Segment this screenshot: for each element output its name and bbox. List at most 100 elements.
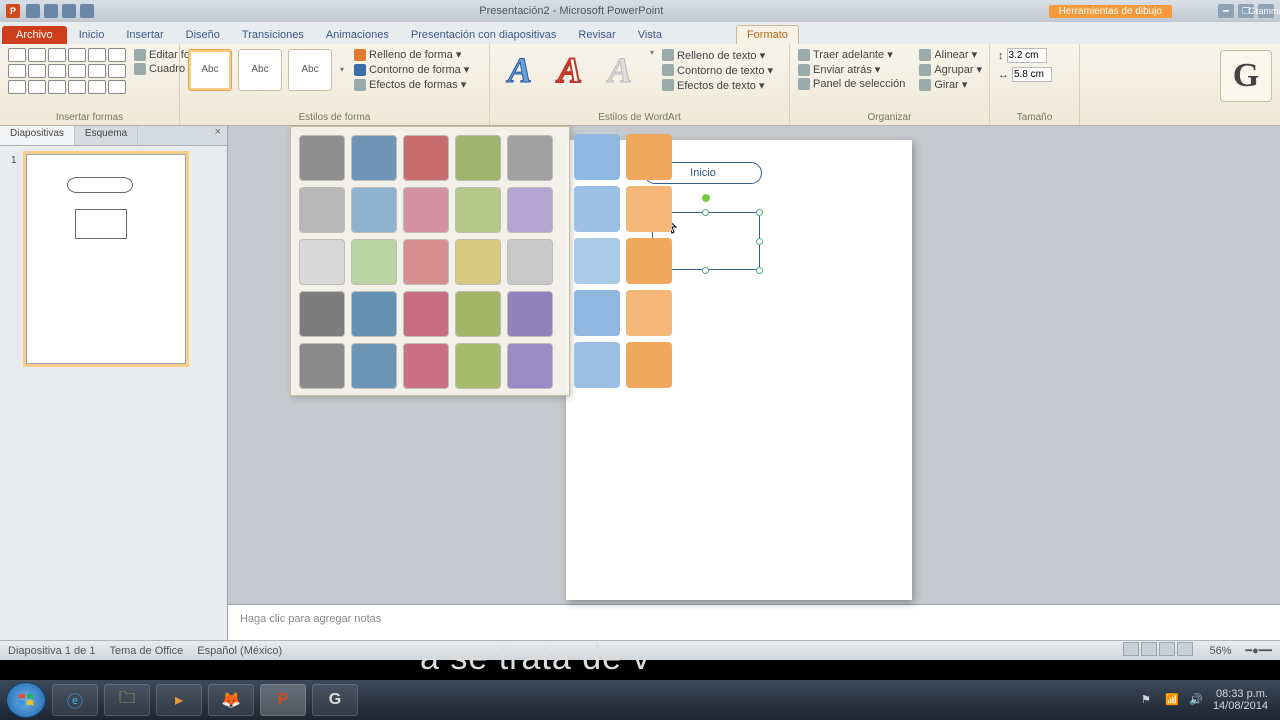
style-swatch[interactable] xyxy=(574,238,620,284)
rotate-button[interactable]: Girar ▾ xyxy=(919,78,982,91)
resize-handle[interactable] xyxy=(756,209,763,216)
shape-outline-button[interactable]: Contorno de forma ▾ xyxy=(354,63,469,76)
tray-flag-icon[interactable]: ⚑ xyxy=(1141,693,1155,707)
addon-badge[interactable]: Gramma xyxy=(1258,4,1274,18)
tab-insertar[interactable]: Insertar xyxy=(116,26,173,44)
style-swatch[interactable] xyxy=(626,186,672,232)
start-button[interactable] xyxy=(6,682,46,718)
taskbar-media-icon[interactable]: ▸ xyxy=(156,684,202,716)
style-swatch[interactable] xyxy=(299,291,345,337)
system-tray[interactable]: ⚑ 📶 🔊 08:33 p.m.14/08/2014 xyxy=(1141,688,1274,712)
style-swatch[interactable] xyxy=(507,239,553,285)
quick-access-toolbar[interactable] xyxy=(26,4,94,18)
shape-styles-gallery[interactable]: Abc Abc Abc ▾ xyxy=(188,49,344,91)
tab-animaciones[interactable]: Animaciones xyxy=(316,26,399,44)
minimize-button[interactable]: ━ xyxy=(1218,4,1234,18)
gallery-more-icon[interactable]: ▾ xyxy=(340,65,344,74)
bring-forward-button[interactable]: Traer adelante ▾ xyxy=(798,48,905,61)
view-buttons[interactable] xyxy=(1123,642,1195,659)
shapes-gallery[interactable] xyxy=(8,48,126,94)
style-swatch[interactable] xyxy=(507,135,553,181)
style-swatch[interactable] xyxy=(403,187,449,233)
tray-volume-icon[interactable]: 🔊 xyxy=(1189,693,1203,707)
style-swatch[interactable] xyxy=(507,343,553,389)
text-fill-button[interactable]: Relleno de texto ▾ xyxy=(662,49,773,62)
style-swatch[interactable] xyxy=(299,239,345,285)
style-swatch[interactable] xyxy=(574,134,620,180)
style-swatch[interactable] xyxy=(455,291,501,337)
wordart-gallery[interactable]: A A A ▾ xyxy=(498,48,654,92)
shape-styles-dropdown-gallery[interactable] xyxy=(290,126,570,396)
addon-large-button[interactable]: G xyxy=(1220,50,1272,102)
style-swatch[interactable] xyxy=(455,187,501,233)
style-swatch[interactable] xyxy=(351,239,397,285)
tab-revisar[interactable]: Revisar xyxy=(568,26,625,44)
gallery-extra-column[interactable] xyxy=(574,126,620,388)
style-swatch[interactable] xyxy=(574,290,620,336)
shape-height-input[interactable]: ↕ xyxy=(998,48,1071,63)
tab-diseno[interactable]: Diseño xyxy=(176,26,230,44)
style-swatch[interactable] xyxy=(455,239,501,285)
wordart-more-icon[interactable]: ▾ xyxy=(650,48,654,92)
resize-handle[interactable] xyxy=(756,238,763,245)
shape-width-input[interactable]: ↔ xyxy=(998,67,1071,82)
status-lang[interactable]: Español (México) xyxy=(197,645,282,657)
text-effects-button[interactable]: Efectos de texto ▾ xyxy=(662,79,773,92)
taskbar-ie-icon[interactable]: ⓔ xyxy=(52,684,98,716)
rotation-handle-icon[interactable] xyxy=(702,194,710,202)
style-swatch[interactable] xyxy=(351,187,397,233)
tray-network-icon[interactable]: 📶 xyxy=(1165,693,1179,707)
style-swatch[interactable] xyxy=(574,342,620,388)
tab-vista[interactable]: Vista xyxy=(628,26,672,44)
style-swatch[interactable] xyxy=(351,291,397,337)
contextual-tab-label: Herramientas de dibujo xyxy=(1049,5,1172,18)
slide-thumbnail[interactable]: 1 xyxy=(26,154,186,364)
tab-formato[interactable]: Formato xyxy=(736,25,799,44)
align-button[interactable]: Alinear ▾ xyxy=(919,48,982,61)
style-swatch[interactable] xyxy=(299,187,345,233)
style-swatch[interactable] xyxy=(626,238,672,284)
send-backward-button[interactable]: Enviar atrás ▾ xyxy=(798,63,905,76)
style-swatch[interactable] xyxy=(626,342,672,388)
shape-fill-button[interactable]: Relleno de forma ▾ xyxy=(354,48,469,61)
style-swatch[interactable] xyxy=(299,343,345,389)
group-button[interactable]: Agrupar ▾ xyxy=(919,63,982,76)
gallery-extra-column[interactable] xyxy=(626,126,672,388)
style-swatch[interactable] xyxy=(403,343,449,389)
zoom-slider[interactable]: ━●━━ xyxy=(1245,644,1272,657)
tab-file[interactable]: Archivo xyxy=(2,26,67,44)
taskbar-powerpoint-icon[interactable]: P xyxy=(260,684,306,716)
close-panel-icon[interactable]: × xyxy=(209,126,227,145)
style-swatch[interactable] xyxy=(299,135,345,181)
style-swatch[interactable] xyxy=(455,343,501,389)
shape-effects-button[interactable]: Efectos de formas ▾ xyxy=(354,78,469,91)
style-swatch[interactable] xyxy=(455,135,501,181)
resize-handle[interactable] xyxy=(702,209,709,216)
tab-transiciones[interactable]: Transiciones xyxy=(232,26,314,44)
style-swatch[interactable] xyxy=(351,343,397,389)
text-outline-button[interactable]: Contorno de texto ▾ xyxy=(662,64,773,77)
tab-inicio[interactable]: Inicio xyxy=(69,26,115,44)
resize-handle[interactable] xyxy=(702,267,709,274)
taskbar-explorer-icon[interactable]: 🗀 xyxy=(104,684,150,716)
style-swatch[interactable] xyxy=(403,291,449,337)
sidetab-slides[interactable]: Diapositivas xyxy=(0,126,75,145)
style-swatch[interactable] xyxy=(403,239,449,285)
notes-pane[interactable]: Haga clic para agregar notas xyxy=(228,604,1280,640)
slide-canvas[interactable]: Inicio xyxy=(228,126,1280,604)
style-swatch[interactable] xyxy=(403,135,449,181)
taskbar-app-icon[interactable]: G xyxy=(312,684,358,716)
tab-presentacion[interactable]: Presentación con diapositivas xyxy=(401,26,567,44)
style-swatch[interactable] xyxy=(351,135,397,181)
taskbar-firefox-icon[interactable]: 🦊 xyxy=(208,684,254,716)
taskbar-clock[interactable]: 08:33 p.m.14/08/2014 xyxy=(1213,688,1268,712)
style-swatch[interactable] xyxy=(507,187,553,233)
style-swatch[interactable] xyxy=(626,290,672,336)
style-swatch[interactable] xyxy=(574,186,620,232)
sidetab-outline[interactable]: Esquema xyxy=(75,126,138,145)
style-swatch[interactable] xyxy=(507,291,553,337)
style-swatch[interactable] xyxy=(626,134,672,180)
zoom-level[interactable]: 56% xyxy=(1209,645,1231,657)
resize-handle[interactable] xyxy=(756,267,763,274)
selection-pane-button[interactable]: Panel de selección xyxy=(798,78,905,90)
